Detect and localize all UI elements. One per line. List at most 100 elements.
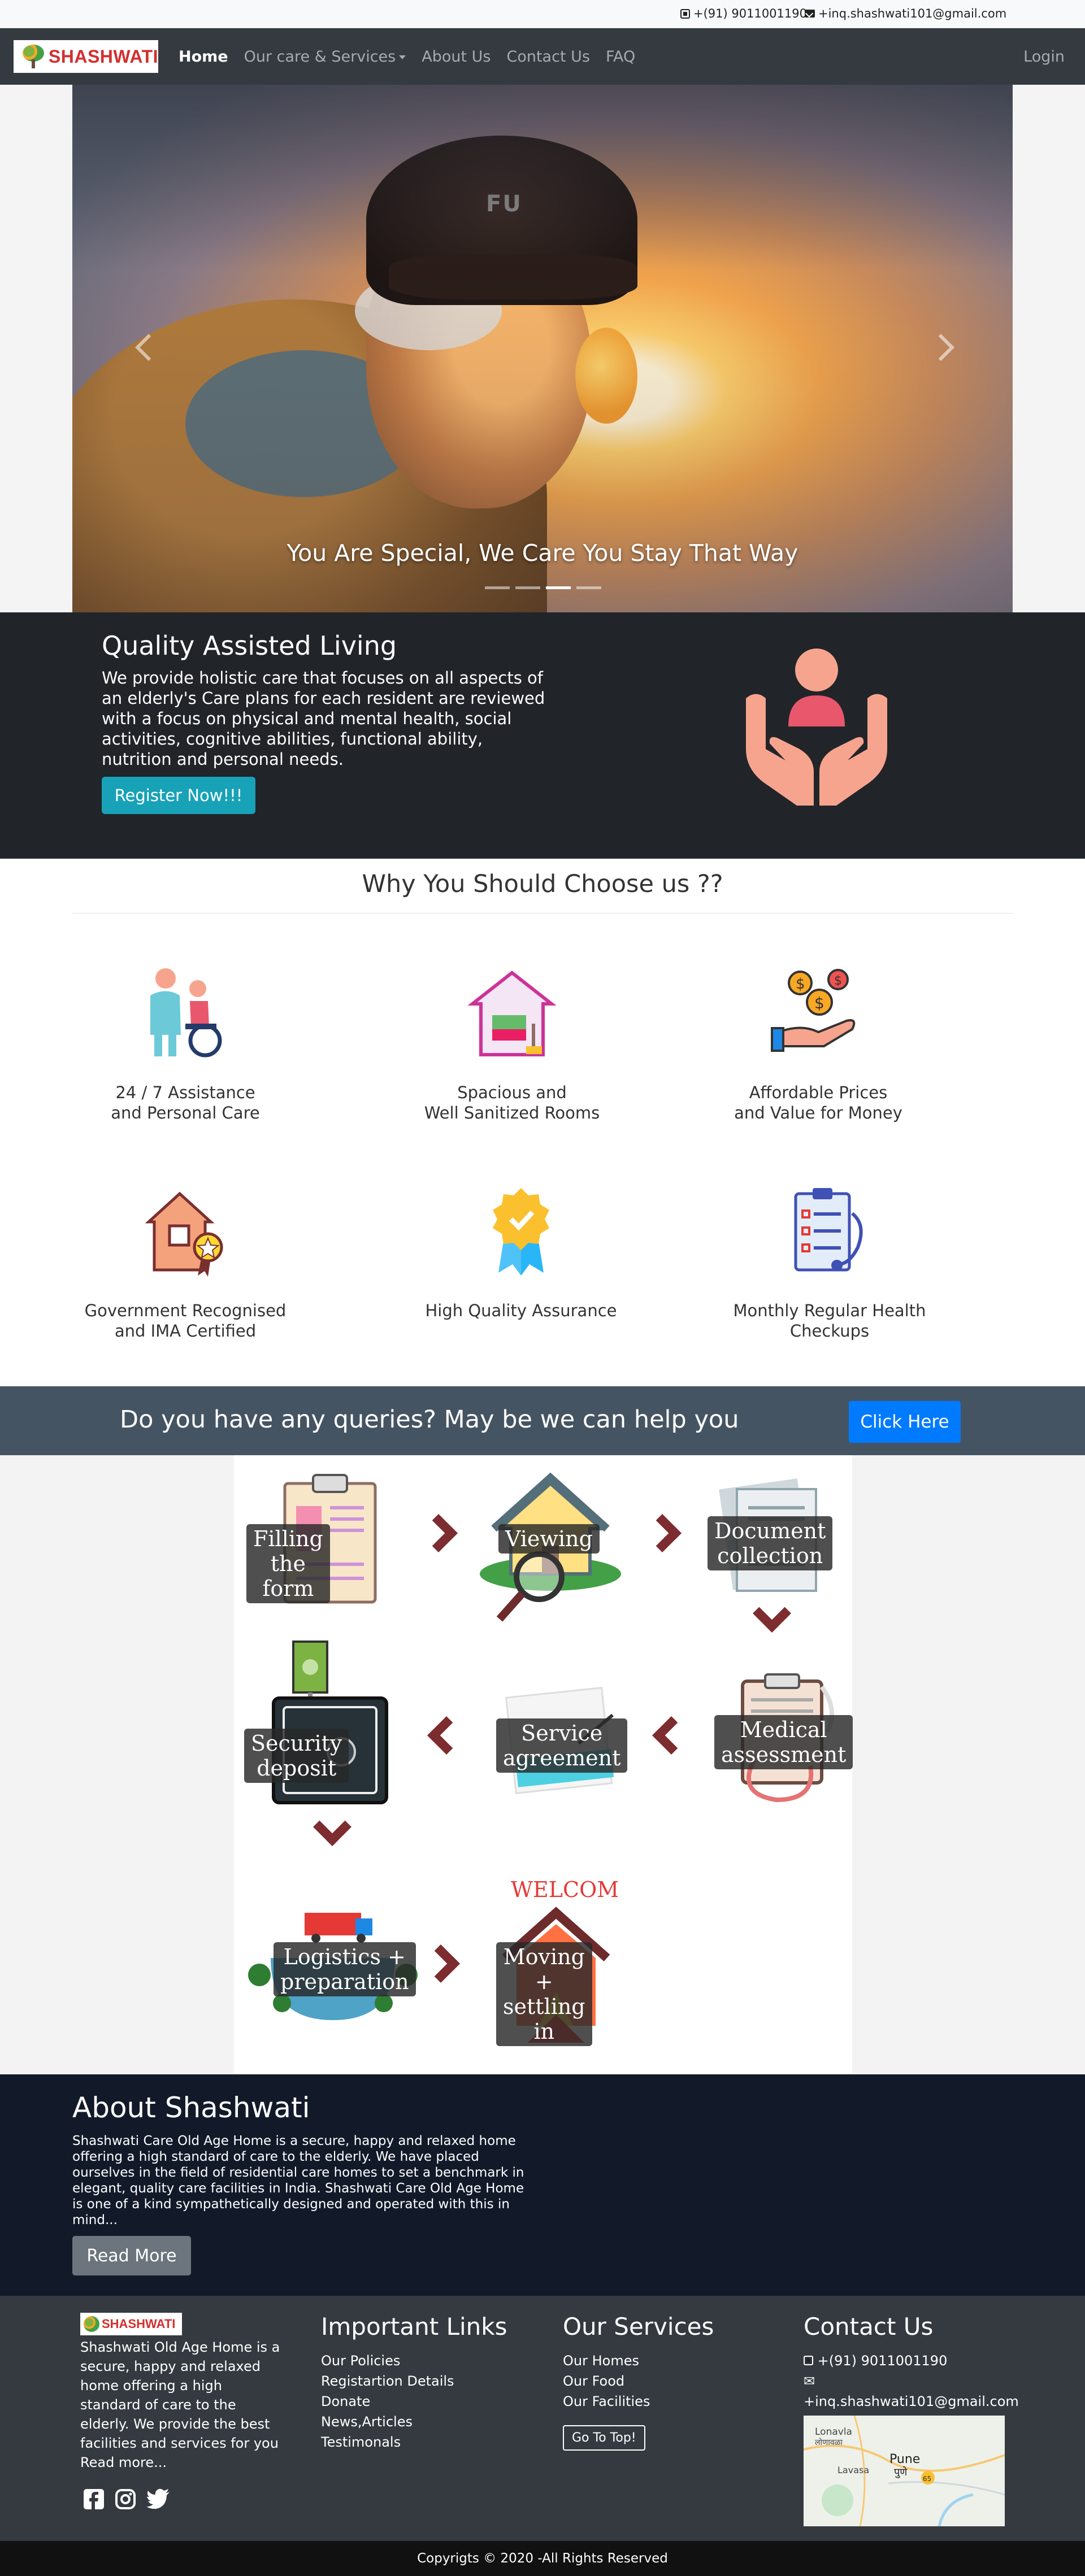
footer-phone-text: +(91) 9011001190	[817, 2353, 948, 2369]
map-label: Lonavla	[815, 2426, 852, 2438]
footer-link[interactable]: News,Articles	[321, 2412, 507, 2432]
nav-contact-us[interactable]: Contact Us	[506, 48, 589, 66]
map-label: Lavasa	[837, 2465, 869, 2475]
footer-link[interactable]: Our Policies	[321, 2351, 507, 2371]
query-text: Do you have any queries? May be we can h…	[120, 1406, 739, 1434]
phone-square-icon	[804, 2356, 813, 2365]
contact-column: Contact Us +(91) 9011001190 ✉ +inq.shash…	[804, 2313, 1019, 2412]
tree-logo-icon	[20, 43, 44, 69]
footer-read-more-link[interactable]: Read more...	[80, 2455, 167, 2470]
chevron-left-icon	[427, 1716, 466, 1755]
svg-text:$: $	[814, 994, 824, 1012]
top-email[interactable]: +inq.shashwati101@gmail.com	[805, 7, 1006, 20]
svg-text:$: $	[796, 976, 805, 993]
top-contact-bar: +(91) 9011001190 +inq.shashwati101@gmail…	[0, 0, 1085, 28]
top-email-text: +inq.shashwati101@gmail.com	[818, 7, 1007, 20]
step-label: Logistics + preparation	[274, 1942, 416, 1996]
nav-care-services-label: Our care & Services	[244, 47, 396, 66]
carousel-indicators	[485, 586, 601, 589]
footer-link[interactable]: Testimonals	[321, 2432, 507, 2452]
top-phone[interactable]: +(91) 9011001190	[680, 7, 807, 20]
footer-link[interactable]: Registartion Details	[321, 2371, 507, 2391]
social-links	[83, 2488, 170, 2510]
step-label: Security deposit	[244, 1729, 349, 1783]
nav-faq[interactable]: FAQ	[606, 48, 635, 66]
click-here-button[interactable]: Click Here	[849, 1401, 961, 1443]
query-banner: Do you have any queries? May be we can h…	[0, 1386, 1085, 1455]
feature-text: Spacious and Well Sanitized Rooms	[424, 1083, 600, 1122]
map-label: लोणावळा	[815, 2438, 843, 2447]
tree-logo-icon	[84, 2316, 99, 2332]
envelope-icon: ✉	[804, 2373, 815, 2389]
important-links-title: Important Links	[321, 2313, 507, 2340]
nav-home[interactable]: Home	[179, 48, 228, 66]
brand-logo[interactable]: SHASHWATI	[14, 40, 158, 73]
caring-hands-icon	[746, 649, 887, 806]
nav-links: Home Our care & Services About Us Contac…	[179, 28, 635, 85]
step-label: Service agreement	[496, 1718, 628, 1773]
step-label: Filling the form	[246, 1524, 330, 1603]
brand-name: SHASHWATI	[48, 46, 158, 67]
important-links-column: Important Links Our Policies Registartio…	[321, 2313, 507, 2452]
caregiver-wheelchair-icon	[150, 968, 222, 1058]
feature-text: High Quality Assurance	[425, 1301, 617, 1320]
top-phone-text: +(91) 9011001190	[693, 7, 807, 20]
hero-carousel: FU	[72, 85, 1013, 612]
footer-link[interactable]: Donate	[321, 2391, 507, 2412]
feature-checkups: Monthly Regular Health Checkups	[688, 1180, 971, 1341]
step-label: Document collection	[708, 1516, 833, 1570]
footer-about-text: Shashwati Old Age Home is a secure, happ…	[80, 2339, 280, 2451]
step-label: Medical assessment	[714, 1715, 853, 1769]
carousel-indicator[interactable]	[485, 586, 510, 589]
map-label: 65	[923, 2475, 931, 2483]
carousel-indicator[interactable]	[576, 586, 601, 589]
instagram-icon[interactable]	[114, 2488, 137, 2510]
services-title: Our Services	[563, 2313, 714, 2340]
read-more-button[interactable]: Read More	[72, 2236, 191, 2275]
slide-photo-overlay	[72, 85, 1013, 612]
go-to-top-button[interactable]: Go To Top!	[563, 2425, 645, 2451]
register-now-button[interactable]: Register Now!!!	[102, 777, 255, 814]
feature-assistance: 24 / 7 Assistance and Personal Care	[44, 961, 327, 1123]
footer-email[interactable]: +inq.shashwati101@gmail.com	[804, 2391, 1019, 2412]
services-column: Our Services Our Homes Our Food Our Faci…	[563, 2313, 714, 2451]
footer-logo[interactable]: SHASHWATI	[80, 2313, 182, 2335]
quality-description: We provide holistic care that focuses on…	[102, 668, 545, 769]
feature-text: Government Recognised and IMA Certified	[84, 1301, 287, 1341]
nav-care-services-dropdown[interactable]: Our care & Services	[244, 48, 406, 66]
facebook-icon[interactable]	[83, 2488, 105, 2510]
copyright-bar: Copyrigts © 2020 -All Rights Reserved	[0, 2541, 1085, 2576]
service-link[interactable]: Our Homes	[563, 2351, 714, 2371]
service-link[interactable]: Our Food	[563, 2371, 714, 2391]
carousel-indicator[interactable]	[515, 586, 540, 589]
map-label: Pune	[889, 2452, 920, 2466]
location-map[interactable]: Lonavla लोणावळा Lavasa Pune पुणे 65	[804, 2416, 1005, 2526]
service-link[interactable]: Our Facilities	[563, 2391, 714, 2412]
nav-about-us[interactable]: About Us	[422, 48, 491, 66]
quality-badge-icon	[493, 1188, 549, 1276]
chevron-left-icon	[652, 1716, 691, 1755]
envelope-icon	[805, 10, 815, 18]
feature-text: 24 / 7 Assistance and Personal Care	[111, 1083, 260, 1122]
about-title: About Shashwati	[72, 2091, 310, 2124]
footer-phone[interactable]: +(91) 9011001190	[804, 2351, 1019, 2371]
chevron-down-icon	[313, 1808, 351, 1846]
map-label: पुणे	[894, 2466, 908, 2478]
site-footer: SHASHWATI Shashwati Old Age Home is a se…	[0, 2296, 1085, 2541]
why-choose-title: Why You Should Choose us ??	[362, 870, 723, 898]
footer-brand-name: SHASHWATI	[102, 2317, 176, 2331]
main-navbar: SHASHWATI Home Our care & Services About…	[0, 28, 1085, 85]
coins-hand-icon: $ $ $	[771, 969, 856, 1052]
step-label: Viewing	[498, 1524, 600, 1554]
twitter-icon[interactable]	[146, 2488, 170, 2510]
caret-down-icon	[399, 55, 406, 59]
contact-title: Contact Us	[804, 2313, 934, 2340]
feature-certified: Government Recognised and IMA Certified	[44, 1180, 327, 1341]
welcome-sign: WELCOME	[511, 1877, 618, 1902]
svg-text:$: $	[834, 974, 842, 988]
carousel-indicator-active[interactable]	[546, 586, 571, 589]
about-section: About Shashwati Shashwati Care Old Age H…	[0, 2074, 1085, 2296]
step-label: Moving + settling in	[496, 1942, 592, 2046]
login-link[interactable]: Login	[1023, 28, 1065, 85]
certified-house-icon	[145, 1191, 223, 1277]
